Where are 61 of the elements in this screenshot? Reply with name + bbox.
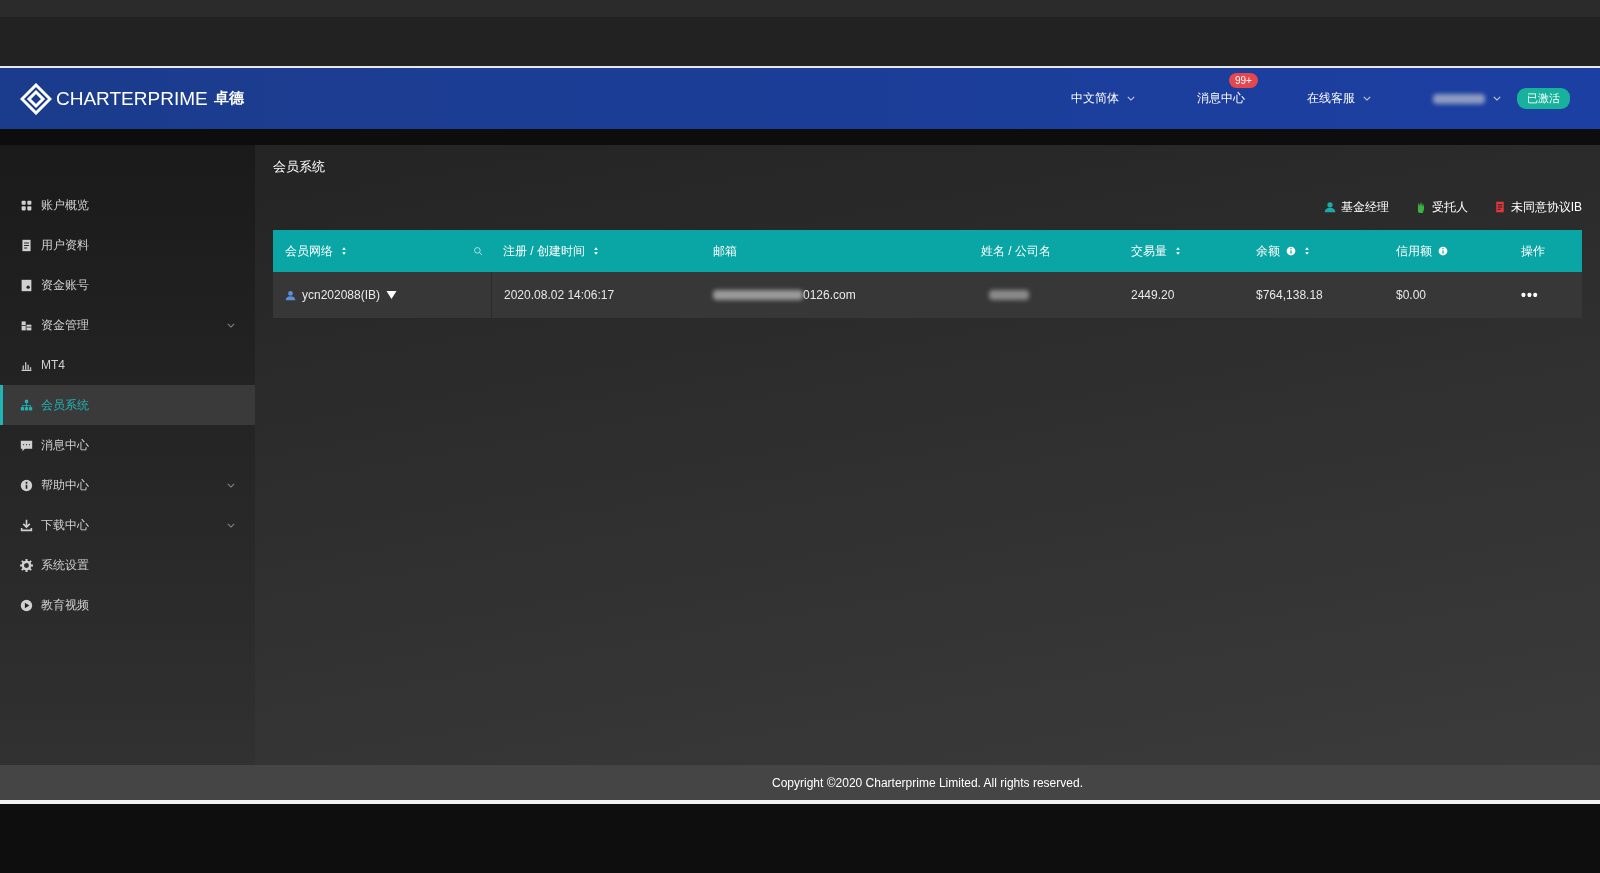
more-actions-button[interactable]: •••	[1521, 287, 1539, 303]
sidebar-item[interactable]: MT4	[0, 345, 255, 385]
logo-text: CHARTERPRIME	[56, 87, 208, 110]
sidebar-item[interactable]: 资金管理	[0, 305, 255, 345]
search-icon	[473, 246, 483, 256]
table-cell: $0.00	[1396, 288, 1427, 302]
page-title: 会员系统	[273, 158, 326, 176]
table-cell: $764,138.18	[1256, 288, 1323, 302]
legend-label: 受托人	[1431, 198, 1468, 216]
nav-link[interactable]: 在线客服	[1307, 90, 1371, 107]
sidebar-item[interactable]: 教育视频	[0, 585, 255, 625]
user-menu[interactable]	[1433, 93, 1501, 104]
caret-icon[interactable]	[386, 291, 398, 299]
legend-label: 基金经理	[1340, 198, 1389, 216]
chevron-down-icon	[1363, 96, 1371, 101]
column-header: 邮箱	[712, 242, 738, 260]
sidebar-item[interactable]: 下载中心	[0, 505, 255, 545]
column-header: 操作	[1520, 242, 1546, 260]
table-cell: 0126.com	[803, 288, 856, 302]
grid-icon	[20, 198, 33, 212]
chevron-down-icon	[1493, 96, 1501, 101]
sort-icon	[1173, 246, 1183, 256]
sidebar-item[interactable]: 会员系统	[0, 385, 255, 425]
sort-icon	[1302, 246, 1312, 256]
table-cell: 2449.20	[1131, 288, 1175, 302]
sort-icon	[339, 246, 349, 256]
info-icon	[1286, 246, 1296, 256]
nav-link[interactable]: 中文简体	[1071, 90, 1135, 107]
notification-badge: 99+	[1229, 73, 1258, 88]
redacted-username	[1433, 93, 1485, 104]
chat-icon	[20, 438, 33, 452]
sidebar-item[interactable]: 帮助中心	[0, 465, 255, 505]
person-icon	[285, 289, 296, 301]
stacked-bars-icon	[20, 318, 33, 332]
chevron-down-icon	[227, 322, 235, 328]
logo-diamond-icon	[20, 82, 52, 115]
table-cell: 2020.08.02 14:06:17	[504, 288, 615, 302]
sidebar-item[interactable]: 资金账号	[0, 265, 255, 305]
sidebar-item[interactable]: 消息中心	[0, 425, 255, 465]
chevron-down-icon	[227, 522, 235, 528]
column-header: 信用额	[1384, 230, 1509, 272]
legend-label: 未同意协议IB	[1510, 198, 1582, 216]
sort-icon	[591, 246, 601, 256]
info-icon	[1438, 246, 1448, 256]
column-header: 姓名 / 公司名	[980, 242, 1052, 260]
chevron-down-icon	[1127, 96, 1135, 101]
id-card-icon	[20, 278, 33, 292]
download-icon	[20, 518, 33, 532]
sidebar-item[interactable]: 用户资料	[0, 225, 255, 265]
sidebar-item[interactable]: 账户概览	[0, 185, 255, 225]
document-icon	[20, 238, 33, 252]
status-badge: 已激活	[1517, 88, 1570, 109]
hierarchy-icon	[20, 398, 33, 412]
logo-text: 卓德	[213, 89, 244, 108]
table-cell: ycn202088(IB)	[302, 288, 381, 302]
chevron-down-icon	[227, 482, 235, 488]
copyright-text: Copyright ©2020 Charterprime Limited. All rights reserved.	[772, 775, 1083, 790]
sidebar-item[interactable]: 系统设置	[0, 545, 255, 585]
play-icon	[20, 598, 33, 612]
settings-icon	[20, 558, 33, 572]
info-icon	[20, 478, 33, 492]
